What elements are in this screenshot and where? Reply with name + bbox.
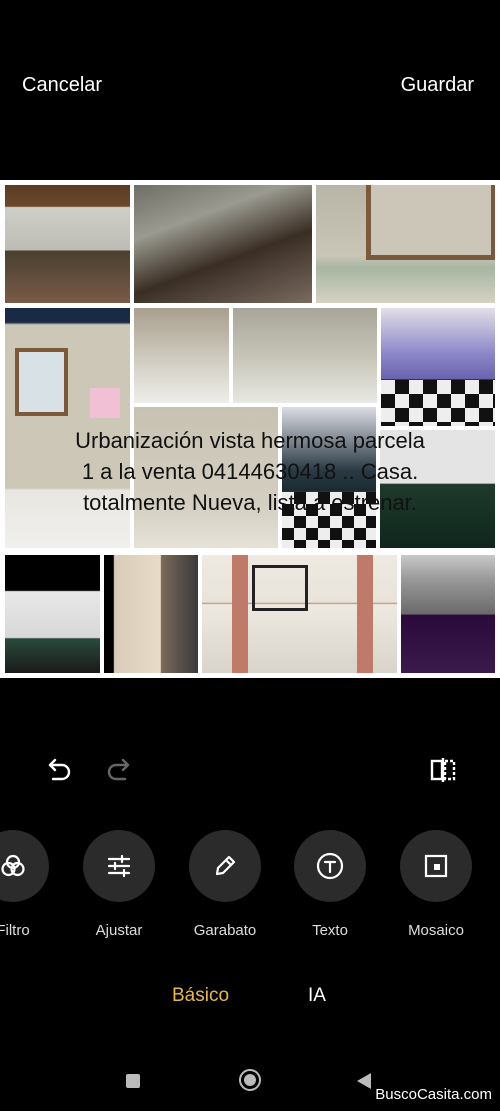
photo-tile-dining-room (134, 185, 312, 303)
photo-tile-bathroom-mirror (316, 185, 495, 303)
overlay-line-3: totalmente Nueva, lista a estrenar. (83, 490, 417, 515)
photo-tile-bedroom-dark (5, 555, 100, 673)
tool-adjust-label: Ajustar (95, 922, 143, 939)
photo-tile-bedroom (381, 308, 495, 426)
photo-tile-toilet (134, 308, 229, 403)
watermark: BuscoCasita.com (375, 1086, 492, 1103)
adjust-icon (83, 830, 155, 902)
pencil-icon (189, 830, 261, 902)
compare-icon[interactable] (428, 755, 458, 785)
edit-tools: Filtro Ajustar Garabato Texto Mosaico (0, 830, 500, 950)
tool-doodle-label: Garabato (193, 922, 257, 939)
tab-basic[interactable]: Básico (172, 985, 229, 1007)
photo-tile-door (104, 555, 198, 673)
tool-mosaic[interactable]: Mosaico (381, 830, 491, 939)
tab-ai[interactable]: IA (308, 985, 326, 1007)
photo-tile-exterior (202, 555, 397, 673)
filter-icon (0, 830, 49, 902)
redo-icon[interactable] (104, 755, 134, 785)
photo-tile-living-room (5, 185, 130, 303)
text-icon (294, 830, 366, 902)
tool-adjust[interactable]: Ajustar (64, 830, 174, 939)
mode-tabs: Básico IA (0, 985, 500, 1015)
photo-tile-faucet (233, 308, 377, 403)
tool-doodle[interactable]: Garabato (170, 830, 280, 939)
history-toolbar (0, 755, 500, 785)
photo-preview[interactable]: Urbanización vista hermosa parcela 1 a l… (0, 180, 500, 678)
overlay-line-1: Urbanización vista hermosa parcela (75, 428, 425, 453)
tool-text[interactable]: Texto (275, 830, 385, 939)
tool-filter-label: Filtro (0, 922, 30, 939)
back-icon[interactable] (356, 1072, 372, 1095)
save-button[interactable]: Guardar (401, 74, 474, 97)
undo-icon[interactable] (44, 755, 74, 785)
recents-icon[interactable] (126, 1074, 140, 1088)
tool-mosaic-label: Mosaico (408, 922, 464, 939)
top-bar: Cancelar Guardar (0, 60, 500, 112)
home-icon[interactable] (239, 1069, 261, 1091)
photo-tile-flyer (401, 555, 495, 673)
tool-filter[interactable]: Filtro (0, 830, 68, 939)
cancel-button[interactable]: Cancelar (22, 74, 102, 97)
overlay-line-2: 1 a la venta 04144630418 .. Casa. (81, 459, 419, 484)
mosaic-icon (400, 830, 472, 902)
overlay-caption: Urbanización vista hermosa parcela 1 a l… (30, 425, 470, 518)
tool-text-label: Texto (312, 922, 348, 939)
